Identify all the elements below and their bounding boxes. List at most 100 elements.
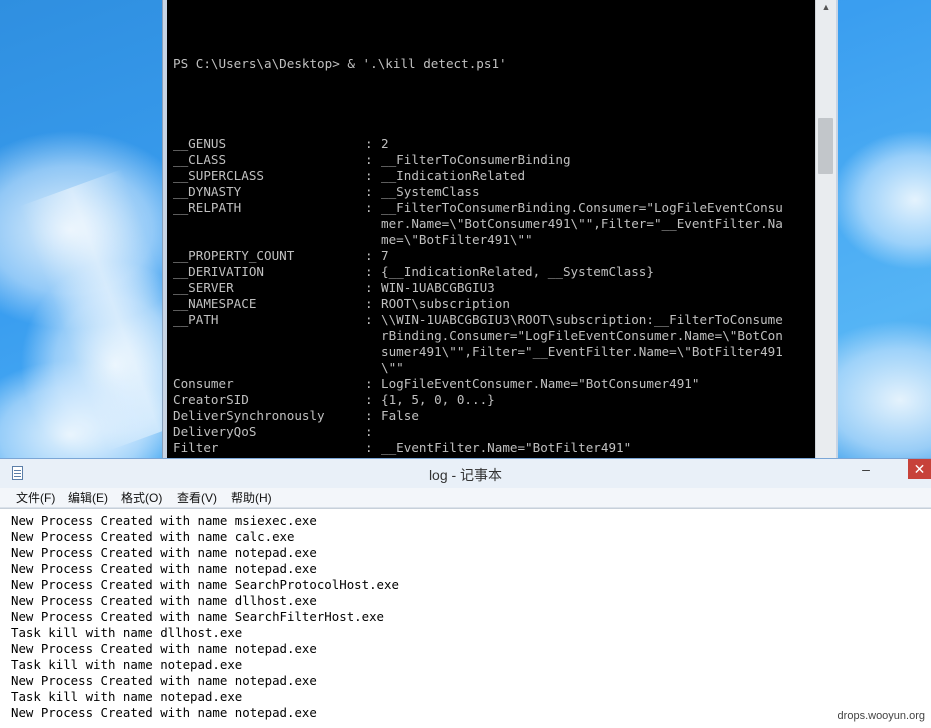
log-line: Task kill with name dllhost.exe [11, 625, 243, 640]
log-line: New Process Created with name msiexec.ex… [11, 513, 317, 528]
notepad-window[interactable]: log - 记事本 – ✕ 文件(F) 编辑(E) 格式(O) 查看(V) 帮助… [0, 458, 931, 728]
log-line: Task kill with name notepad.exe [11, 657, 243, 672]
console-row-separator: : [365, 264, 373, 279]
console-row-key: __PROPERTY_COUNT [173, 248, 295, 263]
console-row: __PATH: \\WIN-1UABCGBGIU3\ROOT\subscripti… [173, 312, 783, 328]
console-row-value: rBinding.Consumer="LogFileEventConsumer.… [381, 328, 783, 343]
console-row: __SUPERCLASS: __IndicationRelated [173, 168, 783, 184]
log-line: New Process Created with name notepad.ex… [11, 545, 317, 560]
console-row-separator: : [365, 440, 373, 455]
menu-file[interactable]: 文件(F) [16, 490, 55, 506]
console-row-separator: : [365, 280, 373, 295]
console-row: CreatorSID: {1, 5, 0, 0...} [173, 392, 783, 408]
console-scroll-thumb[interactable] [818, 118, 833, 174]
console-prompt: PS C:\Users\a\Desktop> & '.\kill detect.… [173, 56, 507, 71]
console-row: sumer491\"",Filter="__EventFilter.Name=\… [173, 344, 783, 360]
console-row-value: sumer491\"",Filter="__EventFilter.Name=\… [381, 344, 783, 359]
console-row-value: \"" [381, 360, 404, 375]
console-row-value: LogFileEventConsumer.Name="BotConsumer49… [381, 376, 700, 391]
log-line: New Process Created with name dllhost.ex… [11, 593, 317, 608]
console-row-value: \\WIN-1UABCGBGIU3\ROOT\subscription:__Fi… [381, 312, 783, 327]
console-row-key: __SERVER [173, 280, 234, 295]
console-row [173, 120, 783, 136]
console-row-separator: : [365, 408, 373, 423]
powershell-window[interactable]: PS C:\Users\a\Desktop> & '.\kill detect.… [162, 0, 838, 458]
console-row: __CLASS: __FilterToConsumerBinding [173, 152, 783, 168]
notepad-titlebar[interactable]: log - 记事本 – ✕ [0, 458, 931, 488]
console-row-key: Filter [173, 440, 219, 455]
console-row [173, 104, 783, 120]
console-row: DeliverSynchronously: False [173, 408, 783, 424]
console-row-value: __EventFilter.Name="BotFilter491" [381, 440, 632, 455]
console-text: PS C:\Users\a\Desktop> & '.\kill detect.… [173, 24, 783, 458]
console-row: __DERIVATION: {__IndicationRelated, __Sys… [173, 264, 783, 280]
console-row-value: ROOT\subscription [381, 296, 510, 311]
console-row-key: DeliverSynchronously [173, 408, 325, 423]
log-line: New Process Created with name calc.exe [11, 529, 295, 544]
wallpaper-cloud [830, 130, 931, 270]
console-row-separator: : [365, 200, 373, 215]
console-row: __PROPERTY_COUNT:7 [173, 248, 783, 264]
log-line: Task kill with name notepad.exe [11, 689, 243, 704]
notepad-title: log - 记事本 [428, 467, 503, 483]
console-row-key: __CLASS [173, 152, 227, 167]
console-row-key: __RELPATH [173, 200, 242, 215]
close-button[interactable]: ✕ [908, 459, 931, 479]
console-row-value: mer.Name=\"BotConsumer491\"",Filter="__E… [381, 216, 783, 231]
console-row-value: __FilterToConsumerBinding [381, 152, 571, 167]
console-row: rBinding.Consumer="LogFileEventConsumer.… [173, 328, 783, 344]
log-line: New Process Created with name notepad.ex… [11, 673, 317, 688]
console-row-value: __IndicationRelated [381, 168, 526, 183]
console-row-key: __SUPERCLASS [173, 168, 264, 183]
console-row-value: {__IndicationRelated, __SystemClass} [381, 264, 654, 279]
console-rows: __GENUS:2 __CLASS: __FilterToConsumerBindi… [173, 104, 783, 458]
console-row-separator: : [365, 296, 373, 311]
console-row-value: WIN-1UABCGBGIU3 [381, 280, 495, 295]
console-row-key: __NAMESPACE [173, 296, 257, 311]
console-row: mer.Name=\"BotConsumer491\"",Filter="__E… [173, 216, 783, 232]
console-row-value: {1, 5, 0, 0...} [381, 392, 495, 407]
console-output-area[interactable]: PS C:\Users\a\Desktop> & '.\kill detect.… [167, 0, 815, 458]
log-line: New Process Created with name notepad.ex… [11, 705, 317, 720]
console-row-value: __FilterToConsumerBinding.Consumer="LogF… [381, 200, 783, 215]
console-row-key: CreatorSID [173, 392, 249, 407]
console-row-separator: : [365, 376, 373, 391]
notepad-text-area[interactable]: New Process Created with name msiexec.ex… [0, 508, 931, 728]
console-row-key: __DERIVATION [173, 264, 264, 279]
console-row-separator: : [365, 152, 373, 167]
menu-help[interactable]: 帮助(H) [231, 490, 272, 506]
log-lines: New Process Created with name msiexec.ex… [11, 513, 399, 721]
console-row-value: 2 [381, 136, 389, 151]
console-row-key: __GENUS [173, 136, 227, 151]
notepad-menubar: 文件(F) 编辑(E) 格式(O) 查看(V) 帮助(H) [0, 488, 931, 508]
console-row-separator: : [365, 168, 373, 183]
log-line: New Process Created with name SearchProt… [11, 577, 399, 592]
console-row: __NAMESPACE: ROOT\subscription [173, 296, 783, 312]
console-row: \"" [173, 360, 783, 376]
log-line: New Process Created with name notepad.ex… [11, 561, 317, 576]
console-row: __DYNASTY: __SystemClass [173, 184, 783, 200]
console-row-value: __SystemClass [381, 184, 480, 199]
menu-format[interactable]: 格式(O) [121, 490, 162, 506]
minimize-button[interactable]: – [853, 461, 879, 479]
console-row-separator: : [365, 248, 373, 263]
menu-view[interactable]: 查看(V) [177, 490, 217, 506]
console-row: Filter: __EventFilter.Name="BotFilter491" [173, 440, 783, 456]
console-row-key: DeliveryQoS [173, 424, 257, 439]
console-row-value: 7 [381, 248, 389, 263]
console-row-separator: : [365, 184, 373, 199]
log-line: New Process Created with name SearchFilt… [11, 609, 384, 624]
log-line: New Process Created with name notepad.ex… [11, 641, 317, 656]
console-row: me=\"BotFilter491\"" [173, 232, 783, 248]
console-row: __SERVER: WIN-1UABCGBGIU3 [173, 280, 783, 296]
console-row-value: me=\"BotFilter491\"" [381, 232, 533, 247]
console-row: __RELPATH: __FilterToConsumerBinding.Cons… [173, 200, 783, 216]
console-row-value: False [381, 408, 419, 423]
console-row-key: __PATH [173, 312, 219, 327]
scroll-up-arrow-icon[interactable]: ▲ [816, 0, 836, 14]
console-scrollbar[interactable]: ▲ [815, 0, 836, 458]
console-row-separator: : [365, 136, 373, 151]
console-row: __GENUS:2 [173, 136, 783, 152]
watermark: drops.wooyun.org [837, 710, 925, 722]
menu-edit[interactable]: 编辑(E) [68, 490, 108, 506]
